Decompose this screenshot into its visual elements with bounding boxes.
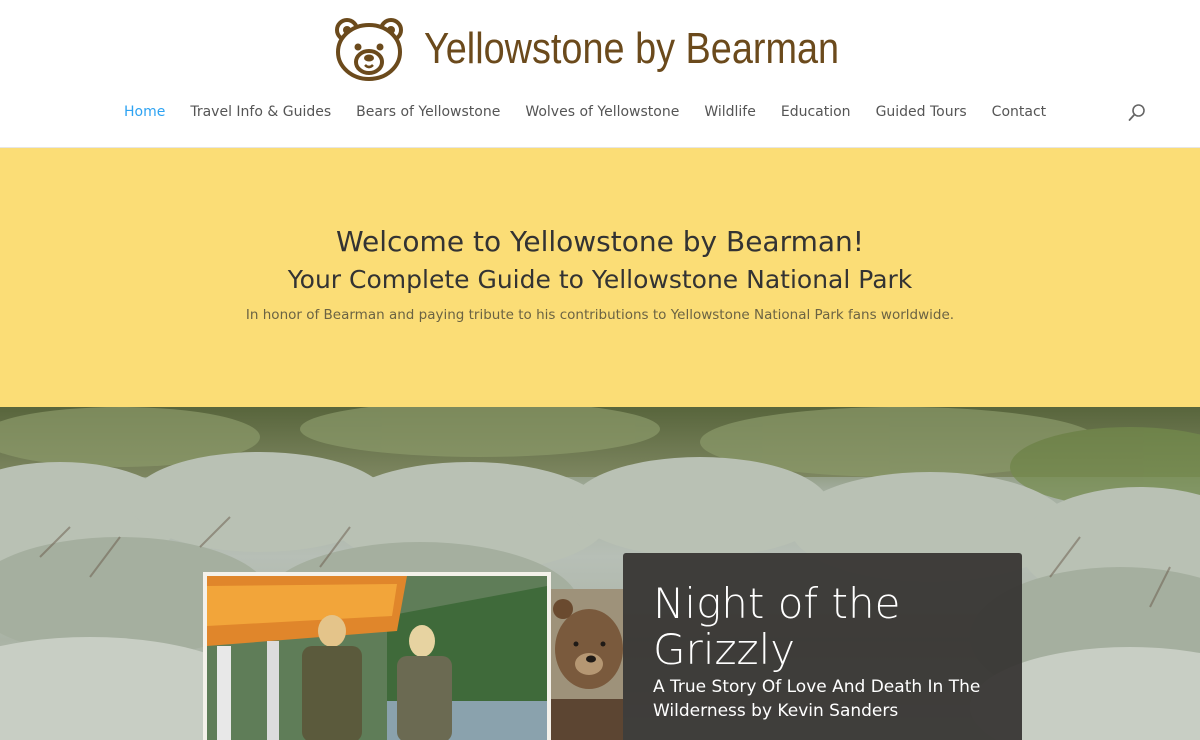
nav-item-wildlife[interactable]: Wildlife [704,100,756,124]
book-subtitle: A True Story Of Love And Death In The Wi… [653,677,981,721]
welcome-title: Welcome to Yellowstone by Bearman! [335,225,865,258]
grizzly-bear-image [551,589,623,740]
nav-item-home[interactable]: Home [124,100,165,124]
site-name[interactable]: Yellowstone by Bearman [424,16,839,82]
book-cover-photo [203,572,551,740]
nav-item-guided-tours[interactable]: Guided Tours [876,100,967,124]
site-logo[interactable]: Yellowstone by Bearman [334,16,907,82]
welcome-subtitle: Your Complete Guide to Yellowstone Natio… [287,265,913,294]
nav-item-travel-info-guides[interactable]: Travel Info & Guides [190,100,331,124]
nav-item-contact[interactable]: Contact [992,100,1046,124]
site-header: Yellowstone by Bearman Home Travel Info … [0,0,1200,148]
book-title[interactable]: Night of the Grizzly [653,581,993,673]
nav-item-wolves-of-yellowstone[interactable]: Wolves of Yellowstone [525,100,679,124]
nav-item-education[interactable]: Education [781,100,851,124]
search-icon[interactable] [1127,103,1147,123]
hero-section: Night of the Grizzly A True Story Of Lov… [0,407,1200,740]
main-nav: Home Travel Info & Guides Bears of Yello… [124,100,1147,124]
bear-face-icon [335,18,403,81]
book-feature-panel[interactable]: Night of the Grizzly A True Story Of Lov… [623,553,1022,740]
welcome-section: Welcome to Yellowstone by Bearman! Your … [0,148,1200,407]
welcome-tagline: In honor of Bearman and paying tribute t… [245,307,955,323]
nav-item-bears-of-yellowstone[interactable]: Bears of Yellowstone [356,100,500,124]
